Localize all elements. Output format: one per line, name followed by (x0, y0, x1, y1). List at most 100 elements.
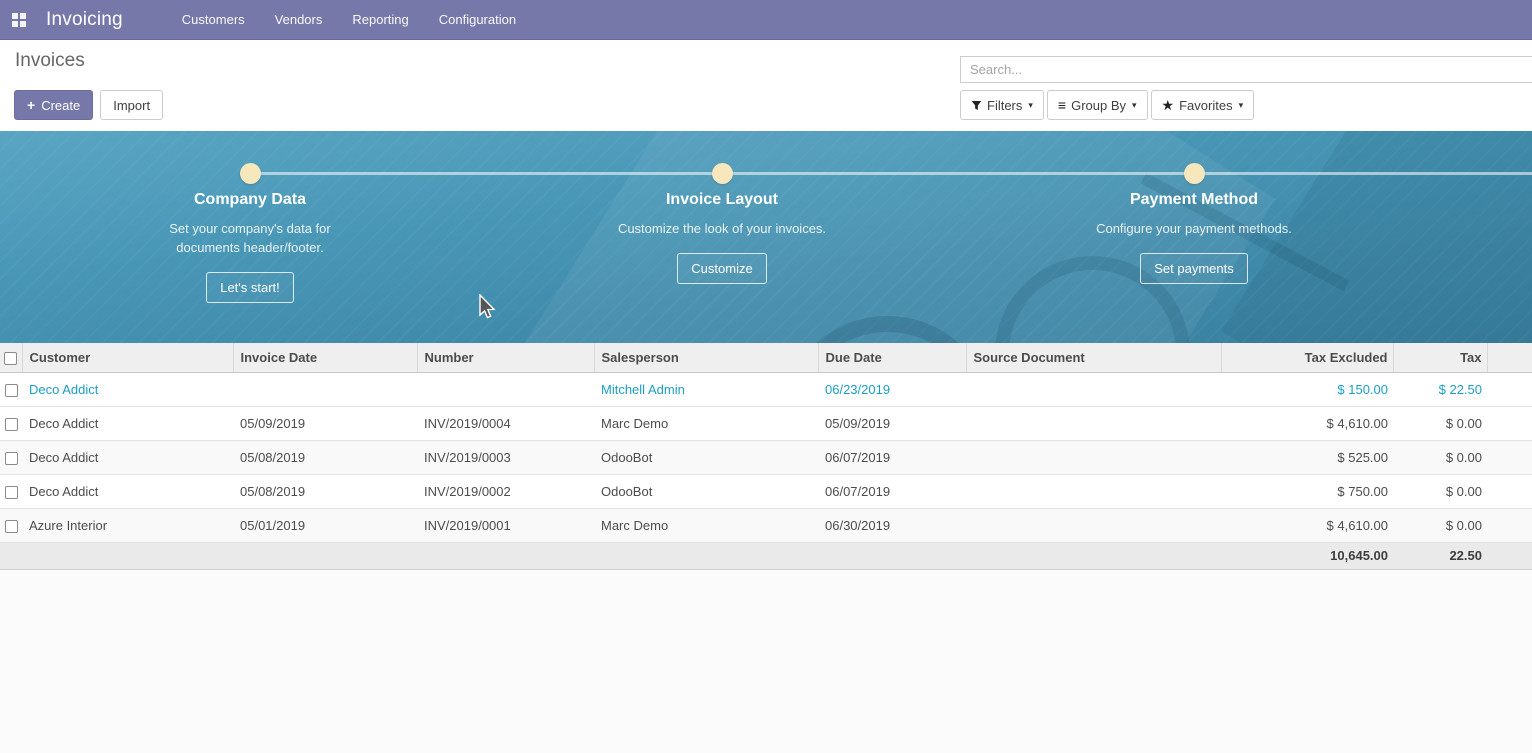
set-payments-button[interactable]: Set payments (1140, 253, 1248, 284)
import-button-label: Import (113, 98, 150, 113)
onboarding-timeline (250, 172, 1532, 175)
cell-customer[interactable]: Deco Addict (22, 474, 233, 508)
cell-number[interactable] (417, 372, 594, 406)
column-header-tax[interactable]: Tax (1393, 343, 1487, 372)
column-header-number[interactable]: Number (417, 343, 594, 372)
cell-number[interactable]: INV/2019/0003 (417, 440, 594, 474)
column-header-source-document[interactable]: Source Document (966, 343, 1221, 372)
cell-customer[interactable]: Deco Addict (22, 440, 233, 474)
table-row[interactable]: Azure Interior 05/01/2019 INV/2019/0001 … (0, 508, 1532, 542)
step-dot-company-data (240, 163, 261, 184)
step-title: Invoice Layout (552, 191, 892, 209)
step-dot-payment-method (1184, 163, 1205, 184)
cell-invoice-date[interactable]: 05/09/2019 (233, 406, 417, 440)
import-button[interactable]: Import (100, 90, 163, 120)
cell-number[interactable]: INV/2019/0002 (417, 474, 594, 508)
cell-source-document[interactable] (966, 440, 1221, 474)
cell-invoice-date[interactable]: 05/08/2019 (233, 474, 417, 508)
cell-tax-excluded[interactable]: $ 525.00 (1221, 440, 1393, 474)
cell-source-document[interactable] (966, 372, 1221, 406)
row-checkbox[interactable] (5, 486, 18, 499)
cell-due-date[interactable]: 06/30/2019 (818, 508, 966, 542)
cell-invoice-date[interactable]: 05/08/2019 (233, 440, 417, 474)
create-button[interactable]: + Create (14, 90, 93, 120)
step-title: Company Data (80, 191, 420, 209)
cell-tax-excluded[interactable]: $ 150.00 (1221, 372, 1393, 406)
plus-icon: + (27, 98, 35, 112)
filters-button[interactable]: Filters ▾ (960, 90, 1044, 120)
row-checkbox[interactable] (5, 418, 18, 431)
cell-invoice-date[interactable]: 05/01/2019 (233, 508, 417, 542)
filters-button-label: Filters (987, 98, 1022, 113)
main-menu: Customers Vendors Reporting Configuratio… (167, 0, 531, 40)
select-all-checkbox[interactable] (4, 352, 17, 365)
row-checkbox[interactable] (5, 384, 18, 397)
menu-vendors[interactable]: Vendors (260, 0, 338, 40)
cell-customer[interactable]: Deco Addict (22, 372, 233, 406)
column-header-tax-excluded[interactable]: Tax Excluded (1221, 343, 1393, 372)
group-by-icon: ≡ (1058, 98, 1066, 112)
onboarding-banner: Company Data Set your company's data for… (0, 131, 1532, 343)
column-header-salesperson[interactable]: Salesperson (594, 343, 818, 372)
cell-due-date[interactable]: 06/07/2019 (818, 474, 966, 508)
lets-start-button[interactable]: Let's start! (206, 272, 294, 303)
top-navbar: Invoicing Customers Vendors Reporting Co… (0, 0, 1532, 40)
favorites-button[interactable]: ★ Favorites ▾ (1151, 90, 1255, 120)
table-footer-row: 10,645.00 22.50 (0, 542, 1532, 569)
step-dot-invoice-layout (712, 163, 733, 184)
banner-decor-glasses-lens (780, 316, 995, 343)
cell-tax[interactable]: $ 0.00 (1393, 406, 1487, 440)
onboarding-step-payment-method: Payment Method Configure your payment me… (1024, 191, 1364, 284)
funnel-icon (971, 100, 982, 111)
menu-reporting[interactable]: Reporting (337, 0, 423, 40)
onboarding-step-company-data: Company Data Set your company's data for… (80, 191, 420, 303)
cell-tax[interactable]: $ 0.00 (1393, 440, 1487, 474)
column-header-due-date[interactable]: Due Date (818, 343, 966, 372)
cell-due-date[interactable]: 06/23/2019 (818, 372, 966, 406)
cell-tax-excluded[interactable]: $ 750.00 (1221, 474, 1393, 508)
invoice-list-table: Customer Invoice Date Number Salesperson… (0, 343, 1532, 570)
cell-salesperson[interactable]: Marc Demo (594, 508, 818, 542)
cell-number[interactable]: INV/2019/0004 (417, 406, 594, 440)
group-by-button-label: Group By (1071, 98, 1126, 113)
table-row[interactable]: Deco Addict Mitchell Admin 06/23/2019 $ … (0, 372, 1532, 406)
cell-tax[interactable]: $ 22.50 (1393, 372, 1487, 406)
table-row[interactable]: Deco Addict 05/08/2019 INV/2019/0002 Odo… (0, 474, 1532, 508)
cell-salesperson[interactable]: OdooBot (594, 474, 818, 508)
cell-tax-excluded[interactable]: $ 4,610.00 (1221, 406, 1393, 440)
cell-due-date[interactable]: 06/07/2019 (818, 440, 966, 474)
menu-customers[interactable]: Customers (167, 0, 260, 40)
cell-invoice-date[interactable] (233, 372, 417, 406)
cell-due-date[interactable]: 05/09/2019 (818, 406, 966, 440)
create-button-label: Create (41, 98, 80, 113)
column-header-customer[interactable]: Customer (22, 343, 233, 372)
cell-source-document[interactable] (966, 508, 1221, 542)
table-row[interactable]: Deco Addict 05/09/2019 INV/2019/0004 Mar… (0, 406, 1532, 440)
apps-grid-icon (12, 13, 26, 27)
total-tax: 22.50 (1393, 542, 1487, 569)
search-input[interactable] (960, 56, 1532, 83)
row-checkbox[interactable] (5, 520, 18, 533)
menu-configuration[interactable]: Configuration (424, 0, 531, 40)
cell-tax[interactable]: $ 0.00 (1393, 474, 1487, 508)
table-row[interactable]: Deco Addict 05/08/2019 INV/2019/0003 Odo… (0, 440, 1532, 474)
column-header-invoice-date[interactable]: Invoice Date (233, 343, 417, 372)
star-icon: ★ (1162, 98, 1175, 112)
column-header-spacer (1487, 343, 1532, 372)
cell-tax-excluded[interactable]: $ 4,610.00 (1221, 508, 1393, 542)
cell-salesperson[interactable]: Marc Demo (594, 406, 818, 440)
cell-tax[interactable]: $ 0.00 (1393, 508, 1487, 542)
cell-salesperson[interactable]: Mitchell Admin (594, 372, 818, 406)
group-by-button[interactable]: ≡ Group By ▾ (1047, 90, 1148, 120)
customize-button[interactable]: Customize (677, 253, 766, 284)
apps-menu-button[interactable] (0, 0, 38, 40)
onboarding-step-invoice-layout: Invoice Layout Customize the look of you… (552, 191, 892, 284)
cell-customer[interactable]: Deco Addict (22, 406, 233, 440)
cell-customer[interactable]: Azure Interior (22, 508, 233, 542)
row-checkbox[interactable] (5, 452, 18, 465)
cell-source-document[interactable] (966, 406, 1221, 440)
cell-salesperson[interactable]: OdooBot (594, 440, 818, 474)
step-description: Set your company's data for documents he… (144, 219, 356, 257)
cell-source-document[interactable] (966, 474, 1221, 508)
cell-number[interactable]: INV/2019/0001 (417, 508, 594, 542)
